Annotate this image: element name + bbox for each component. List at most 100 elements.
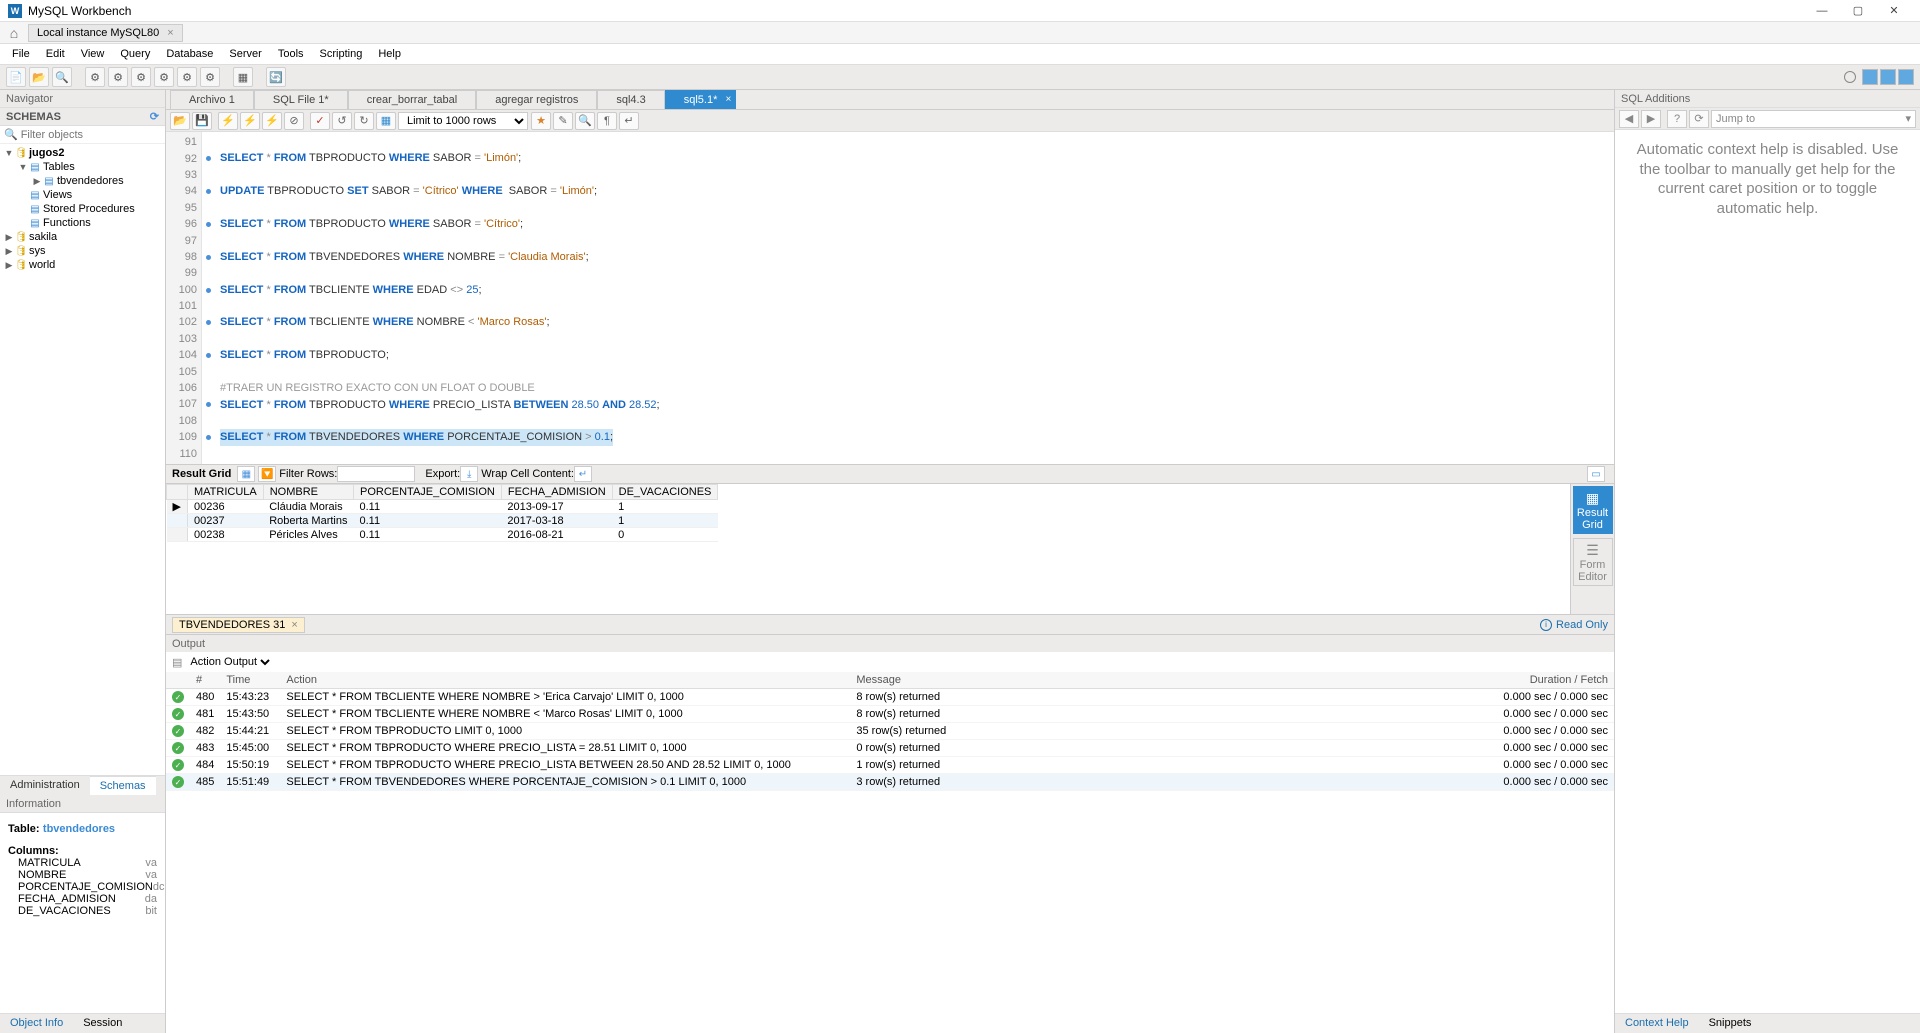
tree-db-sys[interactable]: sys — [28, 245, 46, 257]
tab-object-info[interactable]: Object Info — [0, 1014, 73, 1033]
tree-db-sakila[interactable]: sakila — [28, 231, 57, 243]
close-button[interactable]: ✕ — [1876, 0, 1912, 22]
file-tab[interactable]: Archivo 1 — [170, 90, 254, 109]
open-icon[interactable]: 📂 — [170, 112, 190, 130]
invisible-icon[interactable]: ¶ — [597, 112, 617, 130]
output-table[interactable]: #TimeActionMessageDuration / Fetch✓48015… — [166, 672, 1614, 1033]
result-tab[interactable]: TBVENDEDORES 31 × — [172, 617, 305, 633]
tab-administration[interactable]: Administration — [0, 776, 90, 795]
close-icon[interactable]: × — [291, 619, 297, 631]
rollback-icon[interactable]: ↺ — [332, 112, 352, 130]
table-name: tbvendedores — [43, 823, 115, 835]
tool-icon[interactable]: ⚙ — [177, 67, 197, 87]
tree-functions[interactable]: Functions — [42, 217, 91, 229]
execute-cursor-icon[interactable]: ⚡ — [240, 112, 260, 130]
file-tab[interactable]: sql4.3 — [597, 90, 664, 109]
schema-tree[interactable]: ▼🛢jugos2 ▼▤Tables ▶▤tbvendedores ▤Views … — [0, 144, 165, 775]
menu-query[interactable]: Query — [112, 46, 158, 62]
menu-scripting[interactable]: Scripting — [312, 46, 371, 62]
menu-tools[interactable]: Tools — [270, 46, 312, 62]
menu-database[interactable]: Database — [158, 46, 221, 62]
tool-icon[interactable]: ▦ — [233, 67, 253, 87]
menu-edit[interactable]: Edit — [38, 46, 73, 62]
collapse-icon[interactable]: ▭ — [1587, 466, 1605, 482]
menu-view[interactable]: View — [73, 46, 113, 62]
maximize-button[interactable]: ▢ — [1840, 0, 1876, 22]
tree-table-tbvendedores[interactable]: tbvendedores — [56, 175, 124, 187]
forward-icon[interactable]: ▶ — [1641, 110, 1661, 128]
form-editor-button[interactable]: ☰Form Editor — [1573, 538, 1613, 586]
export-icon[interactable]: ⤓ — [460, 466, 478, 482]
search-icon[interactable]: 🔍 — [575, 112, 595, 130]
tree-views[interactable]: Views — [42, 189, 72, 201]
new-sql-icon[interactable]: 📄 — [6, 67, 26, 87]
star-icon[interactable]: ★ — [531, 112, 551, 130]
inspector-icon[interactable]: 🔍 — [52, 67, 72, 87]
tree-db-jugos2[interactable]: jugos2 — [28, 147, 64, 159]
tool-icon[interactable]: ⚙ — [85, 67, 105, 87]
menu-help[interactable]: Help — [370, 46, 409, 62]
autocommit-icon[interactable]: ↻ — [354, 112, 374, 130]
filter-rows-input[interactable] — [337, 466, 415, 482]
tool-icon[interactable]: ⚙ — [200, 67, 220, 87]
tree-sp[interactable]: Stored Procedures — [42, 203, 135, 215]
sql-additions-toolbar: ◀ ▶ ? ⟳ Jump to▾ — [1615, 108, 1920, 130]
file-tab[interactable]: crear_borrar_tabal — [348, 90, 477, 109]
menu-server[interactable]: Server — [221, 46, 269, 62]
limit-select[interactable]: Limit to 1000 rows — [398, 112, 528, 130]
help-icon[interactable]: ? — [1667, 110, 1687, 128]
minimize-button[interactable]: — — [1804, 0, 1840, 22]
panel-toggle-left[interactable] — [1862, 69, 1878, 85]
jump-to-select[interactable]: Jump to▾ — [1711, 110, 1916, 128]
wrap-icon[interactable]: ↵ — [619, 112, 639, 130]
grid-icon[interactable]: ▦ — [237, 466, 255, 482]
panel-toggle-bottom[interactable] — [1880, 69, 1896, 85]
file-tab[interactable]: sql5.1*× — [665, 90, 737, 109]
save-icon[interactable]: 💾 — [192, 112, 212, 130]
tab-schemas[interactable]: Schemas — [90, 776, 156, 795]
file-tab[interactable]: SQL File 1* — [254, 90, 348, 109]
wrap-label: Wrap Cell Content: — [481, 468, 574, 480]
commit-icon[interactable]: ✓ — [310, 112, 330, 130]
explain-icon[interactable]: ⚡ — [262, 112, 282, 130]
result-grid-button[interactable]: ▦Result Grid — [1573, 486, 1613, 534]
sql-editor[interactable]: 9192939495969798991001011021031041051061… — [166, 132, 1614, 464]
output-type-select[interactable]: Action Output — [186, 655, 273, 669]
tab-context-help[interactable]: Context Help — [1615, 1014, 1699, 1033]
panel-toggle-right[interactable] — [1898, 69, 1914, 85]
tool-icon[interactable]: ⚙ — [108, 67, 128, 87]
wrap-icon[interactable]: ↵ — [574, 466, 592, 482]
result-side: ▦Result Grid ☰Form Editor — [1570, 484, 1614, 614]
tree-tables[interactable]: Tables — [42, 161, 75, 173]
tool-icon[interactable]: ⚙ — [131, 67, 151, 87]
close-icon[interactable]: × — [167, 27, 173, 39]
tool-icon[interactable]: ⚙ — [154, 67, 174, 87]
tab-session[interactable]: Session — [73, 1014, 132, 1033]
tab-snippets[interactable]: Snippets — [1699, 1014, 1762, 1033]
main-toolbar: 📄 📂 🔍 ⚙ ⚙ ⚙ ⚙ ⚙ ⚙ ▦ 🔄 — [0, 64, 1920, 90]
refresh-icon[interactable]: ⟳ — [150, 110, 159, 123]
readonly-label: Read Only — [1556, 619, 1608, 631]
file-tab[interactable]: agregar registros — [476, 90, 597, 109]
readonly-indicator: i Read Only — [1540, 619, 1608, 631]
tree-db-world[interactable]: world — [28, 259, 55, 271]
editor-toolbar: 📂 💾 ⚡ ⚡ ⚡ ⊘ ✓ ↺ ↻ ▦ Limit to 1000 rows ★… — [166, 110, 1614, 132]
table-label: Table: — [8, 823, 40, 835]
connection-tab[interactable]: Local instance MySQL80 × — [28, 24, 183, 42]
back-icon[interactable]: ◀ — [1619, 110, 1639, 128]
execute-icon[interactable]: ⚡ — [218, 112, 238, 130]
beautify-icon[interactable]: ✎ — [553, 112, 573, 130]
result-table[interactable]: MATRICULANOMBREPORCENTAJE_COMISIONFECHA_… — [166, 484, 1570, 614]
close-icon[interactable]: × — [726, 94, 732, 105]
navigator-header: Navigator — [0, 90, 165, 108]
menu-file[interactable]: File — [4, 46, 38, 62]
home-icon[interactable]: ⌂ — [0, 22, 28, 44]
filter-row: 🔍 — [0, 126, 165, 144]
tool-icon[interactable]: 🔄 — [266, 67, 286, 87]
auto-icon[interactable]: ⟳ — [1689, 110, 1709, 128]
filter-icon[interactable]: 🔽 — [258, 466, 276, 482]
stop-icon[interactable]: ⊘ — [284, 112, 304, 130]
open-sql-icon[interactable]: 📂 — [29, 67, 49, 87]
toggle-icon[interactable]: ▦ — [376, 112, 396, 130]
filter-input[interactable] — [21, 129, 163, 141]
